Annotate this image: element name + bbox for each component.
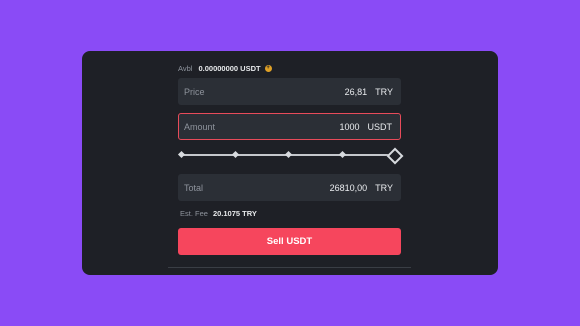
fee-label: Est. Fee [180, 209, 208, 218]
total-field[interactable]: Total 26810,00 TRY [178, 174, 401, 201]
slider-handle[interactable] [386, 147, 404, 165]
amount-field[interactable]: Amount 1000 USDT [178, 113, 401, 140]
add-funds-icon[interactable]: + [264, 64, 272, 72]
amount-slider[interactable] [177, 147, 404, 165]
slider-mark-0[interactable] [177, 150, 186, 159]
price-value[interactable]: 26,81 [345, 87, 368, 97]
amount-label: Amount [184, 121, 216, 132]
available-label: Avbl [178, 63, 193, 73]
estimated-fee: Est. Fee 20.1075 TRY [180, 209, 257, 218]
available-value: 0.00000000 USDT [198, 63, 261, 73]
slider-mark-25[interactable] [231, 150, 240, 159]
total-value[interactable]: 26810,00 [330, 183, 368, 193]
amount-unit: USDT [367, 121, 393, 132]
slider-mark-75[interactable] [338, 150, 347, 159]
amount-value[interactable]: 1000 [339, 122, 359, 132]
fee-value: 20.1075 TRY [212, 209, 257, 218]
total-label: Total [184, 182, 204, 193]
sell-panel: Avbl 0.00000000 USDT + Price 26,81 TRY A… [168, 51, 411, 275]
slider-mark-50[interactable] [284, 150, 293, 159]
price-field[interactable]: Price 26,81 TRY [178, 78, 401, 105]
total-unit: TRY [375, 182, 393, 193]
price-unit: TRY [375, 86, 393, 97]
available-balance: Avbl 0.00000000 USDT + [178, 62, 272, 74]
divider [168, 267, 411, 268]
sell-button[interactable]: Sell USDT [178, 228, 401, 255]
price-label: Price [184, 86, 205, 97]
trade-card: Avbl 0.00000000 USDT + Price 26,81 TRY A… [82, 51, 498, 275]
